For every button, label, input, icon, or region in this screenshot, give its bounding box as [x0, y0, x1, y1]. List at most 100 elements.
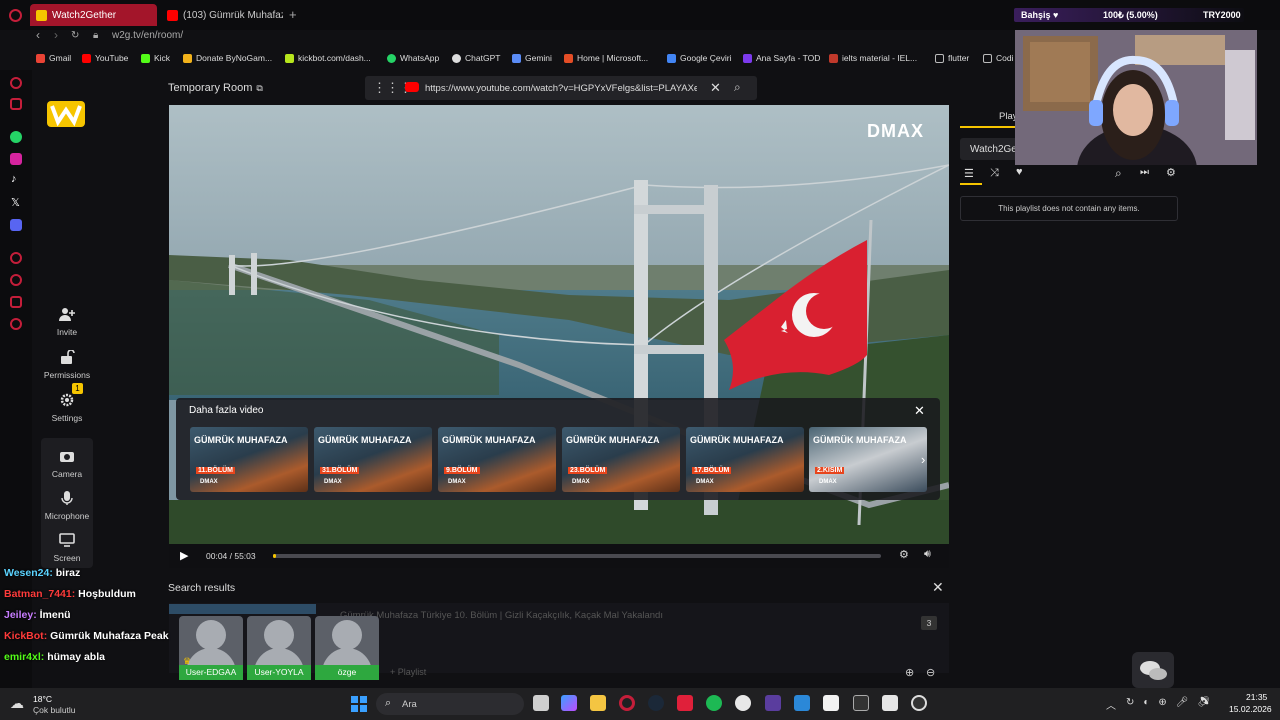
pinboard-sidebar-icon[interactable] [10, 296, 22, 308]
weather-icon[interactable]: ☁ [10, 695, 24, 712]
tray-chevron-icon[interactable]: ︿ [1106, 697, 1116, 712]
reload-icon[interactable]: ↻ [71, 30, 79, 41]
video-thumbnail[interactable]: GÜMRÜK MUHAFAZA 23.BÖLÜM DMAX [562, 427, 680, 492]
chat-toggle-button[interactable] [1132, 652, 1174, 688]
bookmark-whatsapp[interactable]: WhatsApp [387, 53, 439, 63]
copilot-icon[interactable] [561, 695, 577, 711]
app-purple-icon[interactable] [765, 695, 781, 711]
tab-watch2gether[interactable]: Watch2Gether [30, 4, 157, 26]
bookmark-gmail[interactable]: Gmail [36, 53, 71, 63]
video-url-input[interactable] [425, 80, 697, 96]
obs-icon[interactable] [911, 695, 927, 711]
w2g-logo[interactable] [47, 101, 85, 127]
url-field[interactable]: w2g.tv/en/room/ [112, 30, 183, 41]
chat-username: Wesen24 [4, 567, 50, 579]
playlist-search-icon[interactable]: ⌕ [1115, 166, 1122, 181]
bookmark-ielts[interactable]: ielts material - IEL... [829, 53, 917, 63]
heart-icon[interactable]: ♥ [1016, 166, 1023, 178]
settings-sidebar-icon[interactable] [10, 318, 22, 330]
settings-badge: 1 [72, 383, 83, 394]
video-thumbnail[interactable]: GÜMRÜK MUHAFAZA 11.BÖLÜM DMAX [190, 427, 308, 492]
chat-text: hümay abla [47, 651, 105, 663]
search-result-thumbnail[interactable] [169, 604, 316, 614]
app-white-icon[interactable] [882, 695, 898, 711]
bookmark-youtube[interactable]: YouTube [82, 53, 128, 63]
bookmark-chatgpt[interactable]: ChatGPT [452, 53, 500, 63]
next-thumbnails-icon[interactable]: › [921, 452, 925, 467]
search-result-count: 3 [921, 616, 937, 630]
bookmark-codi[interactable]: Codi [983, 53, 1013, 63]
epic-games-icon[interactable] [853, 695, 869, 711]
bookmark-donate[interactable]: Donate ByNoGam... [183, 53, 272, 63]
microphone-button[interactable]: Microphone [40, 491, 94, 521]
opera-sidebar-aria-icon[interactable] [10, 77, 22, 89]
spotify-icon[interactable] [706, 695, 722, 711]
bookmark-gemini[interactable]: Gemini [512, 53, 552, 63]
file-explorer-icon[interactable] [590, 695, 606, 711]
whatsapp-sidebar-icon[interactable] [10, 131, 22, 143]
tab-youtube[interactable]: (103) Gümrük Muhafaza Tü [161, 4, 283, 26]
zoom-out-icon[interactable]: ⊖ [926, 666, 935, 679]
player-sidebar-icon[interactable] [10, 252, 22, 264]
history-sidebar-icon[interactable] [10, 274, 22, 286]
seek-bar[interactable] [273, 554, 881, 558]
task-view-icon[interactable] [533, 695, 549, 711]
zoom-in-icon[interactable]: ⊕ [905, 666, 914, 679]
opera-sidebar-messenger-icon[interactable] [10, 98, 22, 110]
add-user-icon [59, 308, 75, 321]
video-thumbnail[interactable]: GÜMRÜK MUHAFAZA 9.BÖLÜM DMAX [438, 427, 556, 492]
invite-button[interactable]: Invite [40, 307, 94, 337]
bookmark-flutter[interactable]: flutter [935, 53, 969, 63]
screen-share-button[interactable]: Screen [40, 533, 94, 563]
opera-icon[interactable] [619, 695, 635, 711]
vscode-icon[interactable] [794, 695, 810, 711]
bookmark-kickbot[interactable]: kickbot.com/dash... [285, 53, 371, 63]
tray-icons[interactable]: ↻◐⊕🎤︎🔊︎ [1126, 697, 1219, 708]
bookmark-tod[interactable]: Ana Sayfa - TOD [743, 53, 820, 63]
clock-time[interactable]: 21:35 [1246, 692, 1267, 702]
screen-label: Screen [53, 553, 81, 563]
settings-button[interactable]: Settings [40, 393, 94, 423]
monitor-icon [59, 533, 75, 547]
chat-username: KickBot [4, 630, 44, 642]
playlist-settings-icon[interactable]: ⚙ [1166, 166, 1176, 179]
opera-menu-icon[interactable] [9, 9, 22, 22]
camera-button[interactable]: Camera [40, 449, 94, 479]
video-thumbnail[interactable]: GÜMRÜK MUHAFAZA 17.BÖLÜM DMAX [686, 427, 804, 492]
new-tab-button[interactable]: + [289, 7, 297, 22]
back-icon[interactable]: ‹ [36, 28, 40, 42]
permissions-button[interactable]: Permissions [40, 350, 94, 380]
player-settings-icon[interactable]: ⚙ [899, 548, 909, 561]
bookmark-kick[interactable]: Kick [141, 53, 170, 63]
volume-icon[interactable]: 🔊︎ [924, 548, 931, 561]
close-search-results-icon[interactable]: ✕ [932, 579, 944, 596]
tiktok-sidebar-icon[interactable]: ♪ [11, 173, 17, 185]
bookmark-microsoft[interactable]: Home | Microsoft... [564, 53, 648, 63]
bookmark-google-translate[interactable]: Google Çeviri [667, 53, 732, 63]
shuffle-icon[interactable]: ⤨ [990, 167, 999, 180]
taskbar-search[interactable] [376, 693, 524, 715]
discord-sidebar-icon[interactable] [10, 219, 22, 231]
forward-icon[interactable]: › [54, 28, 58, 42]
copy-icon[interactable]: ⧉ [256, 83, 262, 93]
clock-date[interactable]: 15.02.2026 [1229, 704, 1272, 714]
play-icon[interactable]: ▶ [180, 549, 188, 562]
search-icon[interactable]: ⌕ [734, 80, 741, 95]
app-red-icon[interactable] [677, 695, 693, 711]
instagram-sidebar-icon[interactable] [10, 153, 22, 165]
steam-icon[interactable] [648, 695, 664, 711]
add-to-playlist-button[interactable]: + Playlist [390, 667, 426, 677]
youtube-favicon-icon [167, 9, 178, 21]
start-button[interactable] [351, 696, 367, 712]
app-compass-icon[interactable] [735, 695, 751, 711]
x-sidebar-icon[interactable]: 𝕏 [11, 196, 20, 209]
notion-icon[interactable] [823, 695, 839, 711]
close-more-videos-icon[interactable]: ✕ [914, 403, 925, 419]
chat-text: Gümrük Muhafaza Peak [50, 630, 169, 642]
skip-next-icon[interactable]: ⏭︎ [1140, 167, 1149, 178]
clear-url-icon[interactable]: ✕ [710, 80, 721, 96]
list-view-icon[interactable]: ☰ [964, 167, 974, 180]
video-thumbnail[interactable]: GÜMRÜK MUHAFAZA 31.BÖLÜM DMAX [314, 427, 432, 492]
channel-logo: DMAX [867, 121, 924, 141]
video-thumbnail[interactable]: GÜMRÜK MUHAFAZA 2.KISIM DMAX [809, 427, 927, 492]
